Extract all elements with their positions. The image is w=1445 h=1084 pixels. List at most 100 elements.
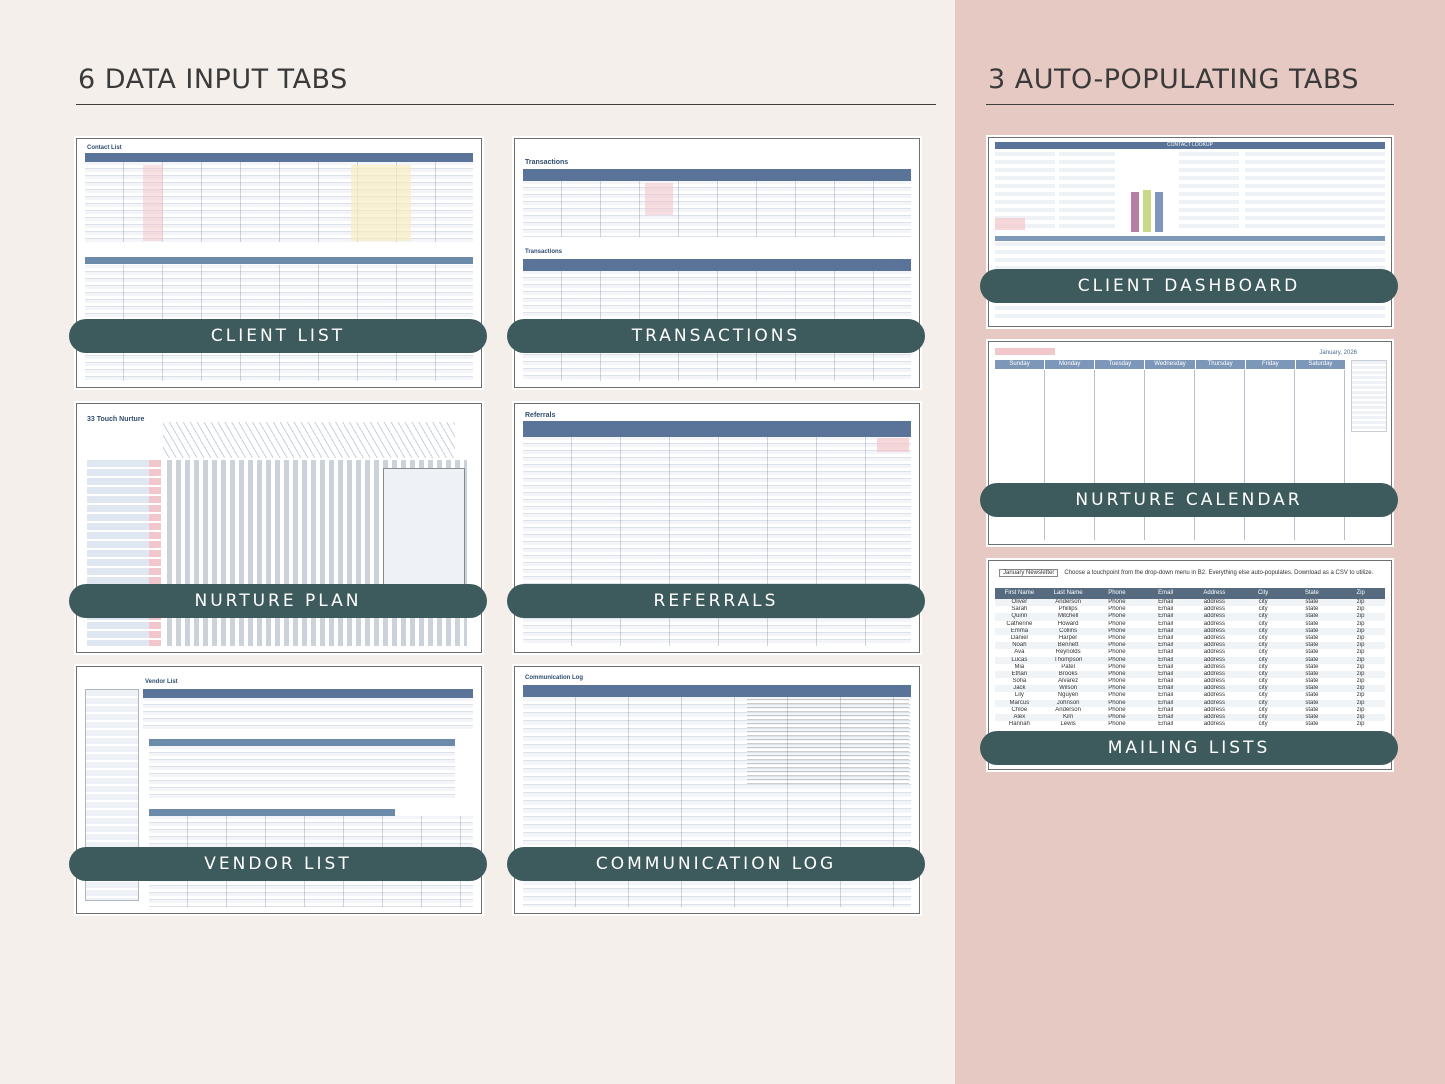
table-cell: Email: [1158, 627, 1174, 634]
table-cell: city: [1258, 606, 1268, 613]
table-cell: city: [1258, 678, 1268, 685]
table-cell: state: [1305, 620, 1319, 627]
table-cell: Phone: [1108, 634, 1126, 641]
table-cell: Anderson: [1055, 599, 1081, 605]
table-cell: zip: [1356, 663, 1365, 670]
table-cell: city: [1258, 714, 1268, 720]
table-cell: zip: [1356, 599, 1365, 605]
sheet-title: Vendor List: [145, 679, 178, 685]
dashboard-chart: [1123, 156, 1173, 232]
table-cell: Sarah: [1011, 606, 1028, 613]
table-cell: state: [1305, 649, 1319, 656]
table-cell: Email: [1158, 606, 1174, 613]
table-cell: Marcus: [1009, 699, 1030, 706]
table-row: Chloe Anderson Phone Email address city state z…: [995, 707, 1385, 714]
table-cell: state: [1305, 599, 1319, 605]
table-cell: city: [1258, 634, 1268, 641]
table-row: Marcus Johnson Phone Email address city state z…: [995, 699, 1385, 707]
day-header: Sunday: [995, 360, 1045, 369]
table-cell: Sofia: [1012, 678, 1027, 685]
table-cell: state: [1305, 606, 1319, 613]
table-cell: state: [1305, 706, 1319, 713]
table-cell: zip: [1356, 670, 1365, 677]
table-cell: Phone: [1108, 642, 1126, 649]
column-header: Address: [1203, 590, 1226, 596]
table-cell: Kim: [1062, 714, 1074, 720]
table-row: Jack Wilson Phone Email address city state zip: [995, 685, 1385, 693]
table-cell: Lucas: [1011, 656, 1028, 663]
column-header: City: [1257, 590, 1269, 596]
table-cell: state: [1305, 714, 1319, 720]
vendor-list-tab[interactable]: VENDOR LIST: [69, 847, 487, 881]
table-cell: Email: [1158, 678, 1174, 685]
table-cell: Hannah: [1008, 721, 1030, 728]
table-cell: state: [1305, 656, 1319, 663]
sheet-title: Communication Log: [525, 675, 583, 681]
table-cell: address: [1203, 606, 1226, 613]
column-header: First Name: [1004, 590, 1035, 596]
mailing-lists-tab[interactable]: MAILING LISTS: [980, 731, 1398, 765]
table-cell: Patel: [1061, 663, 1075, 670]
table-cell: Email: [1158, 714, 1174, 720]
table-cell: Phone: [1108, 714, 1126, 720]
table-cell: zip: [1356, 706, 1365, 713]
calendar-day-headers: Sunday Monday Tuesday Wednesday Thursday…: [995, 360, 1345, 369]
table-cell: state: [1305, 634, 1319, 641]
transactions-tab[interactable]: TRANSACTIONS: [507, 319, 925, 353]
table-cell: Howard: [1057, 620, 1079, 627]
table-cell: Phone: [1108, 670, 1126, 677]
table-cell: address: [1203, 678, 1226, 685]
mini-calendar: [1351, 360, 1387, 432]
column-header: Email: [1158, 590, 1174, 596]
table-cell: Mia: [1014, 663, 1025, 670]
table-cell: state: [1305, 678, 1319, 685]
table-cell: Email: [1158, 656, 1174, 663]
column-header: Last Name: [1053, 590, 1083, 596]
table-cell: Collins: [1059, 627, 1078, 634]
table-cell: Email: [1158, 634, 1174, 641]
table-cell: Email: [1158, 721, 1174, 728]
data-input-heading: 6 DATA INPUT TABS: [78, 64, 348, 95]
table-row: Emma Collins Phone Email address city state zip: [995, 627, 1385, 635]
sheet-title: Transactions: [525, 159, 569, 166]
table-header: [85, 153, 473, 162]
table-row: Lucas Thompson Phone Email address city state z…: [995, 656, 1385, 664]
table-cell: Johnson: [1056, 699, 1080, 706]
table-cell: zip: [1356, 685, 1365, 692]
referrals-tab[interactable]: REFERRALS: [507, 584, 925, 618]
sheet-title: 33 Touch Nurture: [87, 416, 145, 423]
table-cell: address: [1203, 685, 1226, 692]
table-row: Mia Patel Phone Email address city state zip: [995, 664, 1385, 671]
table-cell: Email: [1158, 685, 1174, 692]
table-cell: Mitchell: [1057, 613, 1079, 620]
table-cell: Phone: [1108, 656, 1126, 663]
nurture-plan-tab[interactable]: NURTURE PLAN: [69, 584, 487, 618]
table-cell: city: [1258, 642, 1268, 649]
table-cell: zip: [1356, 714, 1365, 720]
client-list-tab[interactable]: CLIENT LIST: [69, 319, 487, 353]
table-cell: Brooks: [1058, 670, 1078, 677]
table-row: Ava Reynolds Phone Email address city state zip: [995, 649, 1385, 656]
client-dashboard-tab[interactable]: CLIENT DASHBOARD: [980, 269, 1398, 303]
table-cell: Email: [1158, 692, 1174, 699]
day-header: Friday: [1245, 360, 1295, 369]
nurture-calendar-tab[interactable]: NURTURE CALENDAR: [980, 483, 1398, 517]
table-cell: Chloe: [1011, 706, 1028, 713]
table-cell: Email: [1158, 620, 1174, 627]
table-cell: address: [1203, 620, 1226, 627]
mailing-toolbar: January Newsletter Choose a touchpoint f…: [999, 569, 1373, 577]
table-cell: Catherine: [1006, 620, 1033, 627]
touchpoint-select[interactable]: January Newsletter: [999, 569, 1059, 577]
table-cell: Daniel: [1010, 634, 1028, 641]
communication-log-tab[interactable]: COMMUNICATION LOG: [507, 847, 925, 881]
sheet-title: Referrals: [525, 412, 556, 419]
table-cell: Phone: [1108, 663, 1126, 670]
heading-divider-left: [76, 104, 936, 105]
table-cell: city: [1258, 706, 1268, 713]
column-header: Zip: [1356, 590, 1365, 596]
table-cell: Email: [1158, 642, 1174, 649]
table-cell: zip: [1356, 642, 1365, 649]
table-cell: Nguyen: [1057, 692, 1079, 699]
table-cell: Lily: [1014, 692, 1024, 699]
table-cell: city: [1258, 599, 1268, 605]
